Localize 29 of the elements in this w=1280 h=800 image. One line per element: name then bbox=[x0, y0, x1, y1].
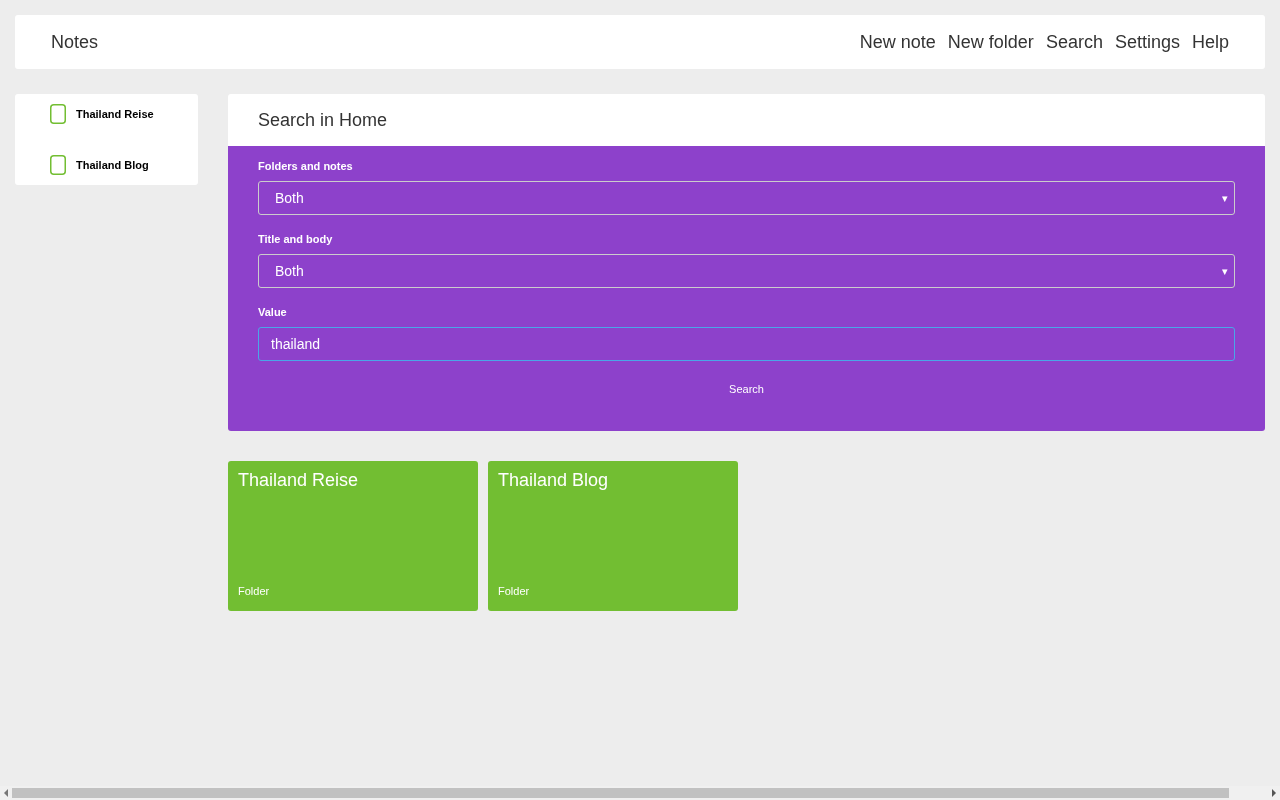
folder-icon bbox=[50, 104, 66, 124]
sidebar-item-label: Thailand Reise bbox=[76, 108, 154, 120]
scrollbar-thumb[interactable] bbox=[12, 788, 1229, 798]
sidebar-item[interactable]: Thailand Reise bbox=[15, 104, 198, 124]
caret-icon: ▾ bbox=[1222, 264, 1228, 278]
card-type-label: Folder bbox=[238, 585, 270, 597]
caret-icon: ▾ bbox=[1222, 191, 1228, 205]
sidebar-item[interactable]: Thailand Blog bbox=[15, 155, 198, 175]
app-title: Notes bbox=[51, 31, 99, 53]
sidebar-item-label: Thailand Blog bbox=[76, 159, 149, 171]
nav-link[interactable]: New note bbox=[859, 31, 936, 53]
field-label: Folders and notes bbox=[258, 160, 354, 172]
card-title: Thailand Reise bbox=[238, 470, 359, 491]
select-field[interactable]: Both ▾ bbox=[258, 254, 1235, 288]
field-label: Title and body bbox=[258, 233, 334, 245]
nav-link[interactable]: Search bbox=[1045, 31, 1103, 53]
value-input-field[interactable]: thailand bbox=[258, 327, 1235, 361]
nav-link[interactable]: Help bbox=[1191, 31, 1229, 53]
scroll-left-icon[interactable] bbox=[4, 789, 8, 797]
field-label: Value bbox=[258, 306, 288, 318]
scroll-right-icon[interactable] bbox=[1272, 789, 1276, 797]
card-type-label: Folder bbox=[498, 585, 530, 597]
search-button[interactable]: Search bbox=[719, 377, 774, 401]
folder-icon bbox=[50, 155, 66, 175]
select-field[interactable]: Both ▾ bbox=[258, 181, 1235, 215]
nav-link[interactable]: Settings bbox=[1114, 31, 1180, 53]
nav-link[interactable]: New folder bbox=[947, 31, 1034, 53]
card-title: Thailand Blog bbox=[498, 470, 609, 491]
search-panel-title: Search in Home bbox=[258, 109, 388, 131]
